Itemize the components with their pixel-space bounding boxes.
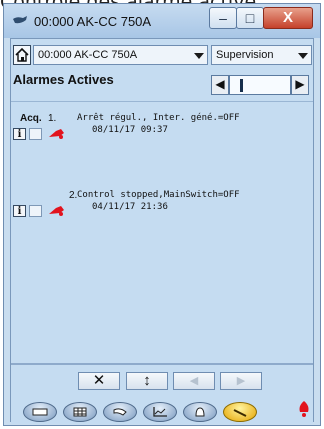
alarm-slider[interactable]	[229, 75, 291, 95]
arrow-left-icon: ◀	[189, 375, 199, 387]
graph-icon	[153, 407, 167, 417]
arrow-right-icon: ▶	[295, 77, 305, 91]
alarm-timestamp: 08/11/17 09:37	[92, 125, 168, 135]
device-icon	[32, 408, 48, 416]
acknowledge-checkbox[interactable]	[29, 205, 42, 217]
close-button[interactable]: X	[263, 7, 313, 29]
refresh-icon: ↕	[143, 372, 151, 389]
previous-page-button[interactable]: ◀	[173, 372, 215, 390]
tab-strip	[11, 398, 313, 424]
alarm-icon	[195, 407, 205, 417]
home-icon	[15, 47, 29, 62]
chevron-down-icon	[194, 53, 204, 59]
alarm-item: Acq. 1. Arrêt régul., Inter. géné.=OFF 0…	[11, 104, 313, 150]
app-icon	[13, 16, 27, 24]
grid-icon	[73, 407, 87, 417]
info-icon[interactable]: i	[13, 128, 26, 140]
wand-icon	[233, 409, 247, 417]
window-title: 00:000 AK-CC 750A	[34, 14, 152, 29]
minimize-icon: –	[219, 10, 227, 26]
app-window: 00:000 AK-CC 750A – □ X 00:000 AK-CC 750…	[3, 3, 321, 426]
close-icon: X	[282, 9, 293, 26]
tab-wrench[interactable]	[103, 402, 137, 422]
title-bar[interactable]: 00:000 AK-CC 750A – □ X	[4, 4, 320, 38]
chevron-down-icon	[298, 53, 308, 59]
home-button[interactable]	[13, 45, 31, 65]
minimize-button[interactable]: –	[209, 7, 237, 29]
alarm-message: Control stopped,MainSwitch=OFF	[77, 190, 240, 200]
alarm-navigation: ◀ ▶	[211, 75, 309, 95]
arrow-right-icon: ▶	[236, 375, 246, 387]
wrench-icon	[113, 408, 127, 416]
refresh-button[interactable]: ↕	[126, 372, 168, 390]
panel-title: Alarmes Actives	[13, 72, 114, 87]
device-select-value: 00:000 AK-CC 750A	[38, 49, 138, 61]
device-select[interactable]: 00:000 AK-CC 750A	[33, 45, 208, 65]
client-area: 00:000 AK-CC 750A Supervision Alarmes Ac…	[10, 38, 314, 424]
toolbar: 00:000 AK-CC 750A Supervision Alarmes Ac…	[11, 39, 313, 101]
previous-alarm-button[interactable]: ◀	[211, 75, 229, 95]
alarm-message: Arrêt régul., Inter. géné.=OFF	[77, 113, 240, 123]
maximize-icon: □	[245, 10, 255, 26]
tab-device[interactable]	[23, 402, 57, 422]
next-alarm-button[interactable]: ▶	[291, 75, 309, 95]
acknowledge-column-label: Acq.	[20, 113, 42, 124]
alarm-indicator-icon	[299, 401, 309, 417]
alarm-timestamp: 04/11/17 21:36	[92, 202, 168, 212]
info-icon[interactable]: i	[13, 205, 26, 217]
footer-divider	[11, 364, 313, 365]
next-page-button[interactable]: ▶	[220, 372, 262, 390]
tab-active[interactable]	[223, 402, 257, 422]
maximize-button[interactable]: □	[236, 7, 264, 29]
slider-thumb[interactable]	[240, 79, 243, 92]
acknowledge-checkbox[interactable]	[29, 128, 42, 140]
alarm-bell-icon	[49, 129, 64, 139]
tab-graph[interactable]	[143, 402, 177, 422]
alarm-list: Acq. 1. Arrêt régul., Inter. géné.=OFF 0…	[11, 101, 313, 364]
mode-select[interactable]: Supervision	[211, 45, 312, 65]
mode-select-value: Supervision	[216, 49, 274, 61]
tab-alarm[interactable]	[183, 402, 217, 422]
alarm-bell-icon	[49, 206, 64, 216]
close-icon: ✕	[92, 372, 106, 389]
alarm-item: 2. Control stopped,MainSwitch=OFF 04/11/…	[11, 181, 313, 227]
footer-toolbar: ✕ ↕ ◀ ▶	[11, 363, 313, 424]
clear-alarm-button[interactable]: ✕	[78, 372, 120, 390]
tab-grid[interactable]	[63, 402, 97, 422]
arrow-left-icon: ◀	[215, 77, 225, 91]
alarm-number: 1.	[48, 113, 57, 124]
